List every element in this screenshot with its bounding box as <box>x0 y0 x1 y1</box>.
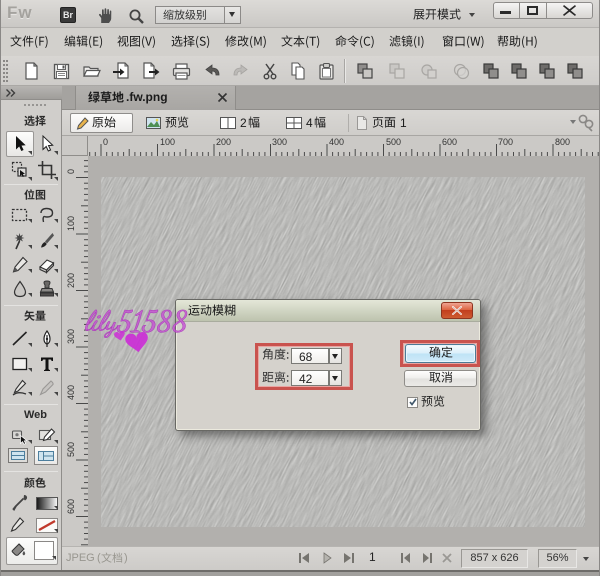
svg-text:500: 500 <box>66 442 76 457</box>
svg-text:600: 600 <box>66 499 76 514</box>
svg-text:200: 200 <box>66 273 76 288</box>
svg-text:0: 0 <box>66 169 76 174</box>
svg-text:100: 100 <box>66 216 76 231</box>
svg-text:400: 400 <box>66 385 76 400</box>
svg-text:300: 300 <box>66 329 76 344</box>
